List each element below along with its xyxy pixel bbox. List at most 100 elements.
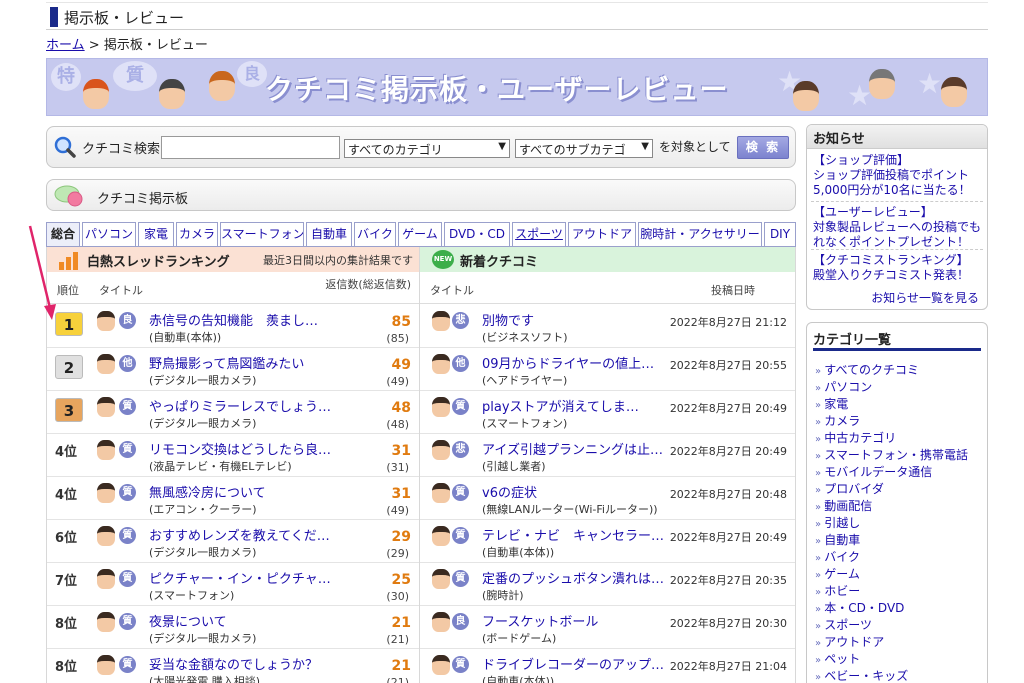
ranking-row: 4位 質リモコン交換はどうしたら良… (液晶テレビ・有機ELテレビ) 31 (31) [47,434,419,477]
category-link[interactable]: スマートフォン・携帯電話 [815,446,968,463]
category-link[interactable]: 引越し [815,514,860,531]
notice-item[interactable]: 【ショップ評価】 ショップ評価投稿でポイント5,000円分が10名に当たる！ [813,153,983,198]
user-avatar [97,612,115,632]
thread-category: (太陽光発電 購入相談) [149,675,261,683]
category-link[interactable]: ベビー・キッズ [815,667,908,683]
tab-smartphone[interactable]: スマートフォン [220,222,304,246]
tab-game[interactable]: ゲーム [398,222,442,246]
post-type-badge: 質 [119,570,136,587]
ranking-row: 6位 質おすすめレンズを教えてくだ… (デジタル一眼カメラ) 29 (29) [47,520,419,563]
tab-outdoor[interactable]: アウトドア [568,222,636,246]
tab-car[interactable]: 自動車 [306,222,352,246]
newest-row: 他 09月からドライヤーの値上… (ヘアドライヤー) 2022年8月27日 20:55 [420,348,795,391]
thread-title-link[interactable]: 別物です [482,310,534,329]
thread-title-link[interactable]: 妥当な金額なのでしょうか？ [149,654,318,673]
thread-title-link[interactable]: 野鳥撮影って鳥図鑑みたい [149,353,304,372]
post-type-badge: 質 [119,398,136,415]
character-icon [209,71,235,101]
tab-camera[interactable]: カメラ [176,222,218,246]
user-avatar [97,526,115,546]
thread-title-link[interactable]: 定番のプッシュボタン潰れは… [482,568,664,587]
category-link[interactable]: 動画配信 [815,497,872,514]
category-link[interactable]: プロバイダ [815,480,884,497]
newest-column-header: タイトル 投稿日時 [420,272,795,304]
category-link[interactable]: 中古カテゴリ [815,429,896,446]
post-type-badge: 質 [119,484,136,501]
character-icon [83,79,109,109]
category-link[interactable]: カメラ [815,412,860,429]
thread-title-link[interactable]: フースケットボール [482,611,598,630]
thread-title-link[interactable]: 無風感冷房について [149,482,266,501]
category-link[interactable]: 自動車 [815,531,860,548]
tab-sports[interactable]: スポーツ [512,222,566,246]
post-type-badge: 他 [119,355,136,372]
rank-label: 4位 [55,445,78,460]
notice-item[interactable]: 【クチコミストランキング】 殿堂入りクチコミスト発表！ [813,253,983,283]
search-panel: クチコミ検索 すべてのカテゴリ ▼ すべてのサブカテゴ ▼ を対象として 検 索 [46,126,796,168]
category-list-title: カテゴリ一覧 [813,323,981,351]
thread-title-link[interactable]: 赤信号の告知機能 羨まし… [149,310,318,329]
user-avatar [97,655,115,675]
thread-title-link[interactable]: おすすめレンズを教えてくだ… [149,525,330,544]
user-avatar [97,311,115,331]
thread-category: (デジタル一眼カメラ) [149,374,257,387]
tab-appliance[interactable]: 家電 [138,222,174,246]
breadcrumb-home-link[interactable]: ホーム [46,38,85,53]
rank-medal-icon: 2 [55,355,83,379]
category-link[interactable]: アウトドア [815,633,884,650]
category-link[interactable]: 本・CD・DVD [815,599,904,616]
thread-title-link[interactable]: リモコン交換はどうしたら良… [149,439,331,458]
notice-more-link[interactable]: お知らせ一覧を見る [871,289,979,306]
thread-title-link[interactable]: ドライブレコーダーのアップ… [482,654,664,673]
header-mark [50,7,58,27]
thread-title-link[interactable]: テレビ・ナビ キャンセラー… [482,525,664,544]
character-icon [869,69,895,99]
thread-title-link[interactable]: やっぱりミラーレスでしょう… [149,396,331,415]
character-icon [793,81,819,111]
thread-title-link[interactable]: 09月からドライヤーの値上… [482,353,654,372]
category-link[interactable]: スポーツ [815,616,872,633]
category-link[interactable]: すべてのクチコミ [815,361,919,378]
newest-panel: NEW 新着クチコミ タイトル 投稿日時 悲別物です (ビジネスソフト) 2022年… [420,247,796,683]
newest-header: NEW 新着クチコミ [420,247,795,272]
banner: 特 質 良 クチコミ掲示板・ユーザーレビュー ★ ★ ★ [46,58,988,116]
tab-watch[interactable]: 腕時計・アクセサリー [638,222,762,246]
ranking-row: 8位 質夜景について (デジタル一眼カメラ) 21 (21) [47,606,419,649]
newest-row: 質ドライブレコーダーのアップ… (自動車(本体)) 2022年8月27日 21:04 [420,649,795,683]
thread-title-link[interactable]: 夜景について [149,611,227,630]
post-type-badge: 他 [452,355,469,372]
subcategory-select[interactable]: すべてのサブカテゴ ▼ [515,139,653,158]
notice-item[interactable]: 【ユーザーレビュー】 対象製品レビューへの投稿でもれなくポイントプレゼント！ [813,205,983,250]
search-button[interactable]: 検 索 [737,136,789,159]
thread-title-link[interactable]: ピクチャー・イン・ピクチャ… [149,568,331,587]
thread-title-link[interactable]: playストアが消えてしま… [482,396,639,415]
category-link[interactable]: パソコン [815,378,872,395]
thread-title-link[interactable]: v6の症状 [482,482,537,501]
thread-title-link[interactable]: アイズ引越プランニングは止… [482,439,663,458]
banner-bubble-shitsu: 質 [113,61,157,91]
category-link[interactable]: モバイルデータ通信 [815,463,932,480]
post-type-badge: 質 [119,613,136,630]
thread-category: (エアコン・クーラー) [149,503,257,516]
divider [811,249,983,250]
reply-total: (30) [386,590,409,603]
tab-dvd-cd[interactable]: DVD・CD [444,222,510,246]
category-link[interactable]: 家電 [815,395,848,412]
tab-bike[interactable]: バイク [354,222,396,246]
notice-title: お知らせ [807,125,987,149]
tab-pc[interactable]: パソコン [82,222,136,246]
category-select[interactable]: すべてのカテゴリ ▼ [344,139,510,158]
category-link[interactable]: バイク [815,548,860,565]
user-avatar [432,569,450,589]
search-input[interactable] [161,136,340,159]
notice-box: お知らせ 【ショップ評価】 ショップ評価投稿でポイント5,000円分が10名に当… [806,124,988,310]
user-avatar [97,354,115,374]
tab-diy[interactable]: DIY [764,222,796,246]
category-link[interactable]: ホビー [815,582,860,599]
category-link[interactable]: ペット [815,650,860,667]
search-icon [54,136,76,158]
thread-category: (ヘアドライヤー) [482,374,568,387]
category-link[interactable]: ゲーム [815,565,860,582]
post-type-badge: 質 [452,398,469,415]
notice-item-head: 【ユーザーレビュー】 [813,205,933,219]
